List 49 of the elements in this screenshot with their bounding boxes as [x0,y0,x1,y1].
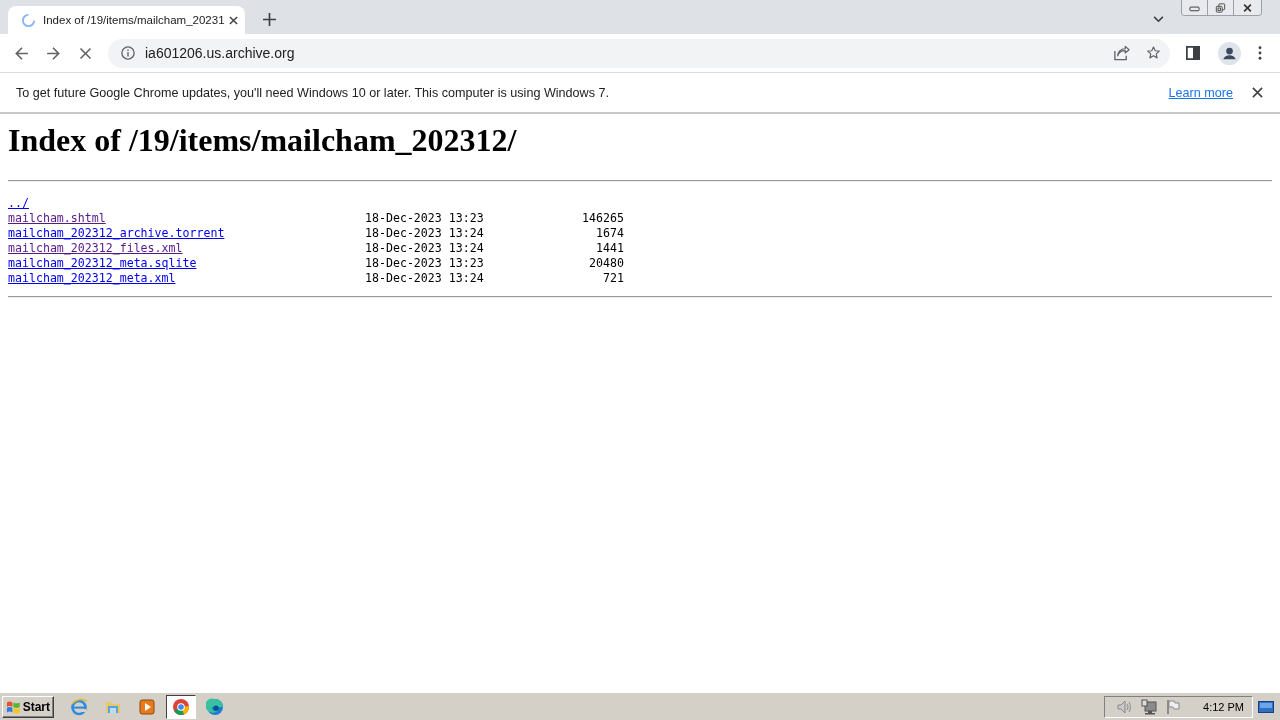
taskbar-app-button[interactable] [166,694,196,719]
bookmark-star-icon[interactable] [1145,45,1162,61]
page-heading: Index of /19/items/mailcham_202312/ [8,122,518,159]
start-button[interactable]: Start [2,695,54,718]
address-bar[interactable]: ia601206.us.archive.org [108,38,1170,68]
info-icon[interactable] [121,46,135,60]
close-icon [1242,2,1253,13]
chevron-down-icon[interactable] [1153,16,1164,23]
swirl-logo-icon [206,697,224,716]
file-size: 721 [603,271,624,286]
file-link[interactable]: mailcham.shtml [8,211,106,225]
menu-icon[interactable] [1258,46,1262,60]
modified-date: 18-Dec-2023 13:24 [365,271,484,286]
side-panel-icon[interactable] [1186,46,1200,60]
new-tab-icon[interactable] [263,13,276,26]
file-link[interactable]: mailcham_202312_files.xml [8,241,183,255]
file-size: 20480 [589,256,624,271]
file-link[interactable]: mailcham_202312_archive.torrent [8,226,225,240]
file-size: 1674 [596,226,624,241]
minimize-button[interactable] [1182,0,1207,15]
file-link[interactable]: mailcham_202312_meta.sqlite [8,256,197,270]
restore-button[interactable] [1207,0,1233,15]
modified-date: 18-Dec-2023 13:23 [365,211,484,226]
infobar-message: To get future Google Chrome updates, you'll need Windows 10 or later. This computer is using Windows 7. [16,85,609,100]
ring-logo-icon [172,697,190,716]
clock-time[interactable]: 4:12 PM [1203,700,1244,713]
file-link[interactable]: mailcham_202312_meta.xml [8,271,176,285]
play-icon [138,697,156,716]
file-size: 146265 [582,211,624,226]
profile-avatar-icon[interactable] [1218,41,1241,65]
learn-more-link[interactable]: Learn more [1168,85,1233,100]
browser-tab[interactable]: Index of /19/items/mailcham_20231 [8,6,245,34]
start-flag-icon [6,699,21,714]
show-desktop-icon[interactable] [1258,700,1274,713]
e-logo-icon [70,697,88,716]
file-size: 1441 [596,241,624,256]
close-icon[interactable] [1252,87,1263,98]
modified-date: 18-Dec-2023 13:24 [365,226,484,241]
close-tab-icon[interactable] [229,15,238,25]
flag-icon[interactable] [1165,698,1182,715]
restore-icon [1215,2,1226,13]
parent-directory-link[interactable]: ../ [8,196,29,211]
modified-date: 18-Dec-2023 13:23 [365,256,484,271]
network-icon[interactable] [1141,698,1158,715]
close-window-button[interactable] [1233,0,1261,15]
modified-date: 18-Dec-2023 13:24 [365,241,484,256]
url-text: ia601206.us.archive.org [145,45,295,61]
tab-title: Index of /19/items/mailcham_20231 [43,14,225,26]
share-icon[interactable] [1113,45,1130,61]
